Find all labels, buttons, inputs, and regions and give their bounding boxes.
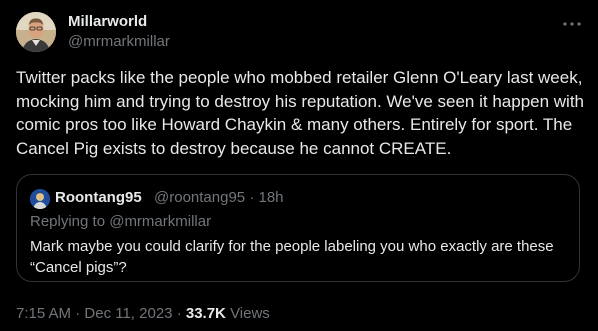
more-options-button[interactable] <box>560 12 584 32</box>
author-name[interactable]: Millarworld <box>68 13 147 31</box>
tweet-time[interactable]: 7:15 AM <box>16 305 71 322</box>
tweet-date[interactable]: Dec 11, 2023 <box>84 305 172 322</box>
separator-dot: · <box>75 305 81 322</box>
quoted-author-name[interactable]: Roontang95 <box>55 189 142 207</box>
tweet: Millarworld @mrmarkmillar Twitter packs … <box>0 0 598 331</box>
author-handle[interactable]: @mrmarkmillar <box>68 33 170 51</box>
quoted-tweet-text: Mark maybe you could clarify for the peo… <box>30 238 554 276</box>
tweet-text: Twitter packs like the people who mobbed… <box>16 68 585 158</box>
more-horizontal-icon <box>563 13 581 31</box>
separator-dot: · <box>249 189 255 206</box>
quoted-tweet[interactable]: Roontang95 @roontang95 · 18h Replying to… <box>16 174 580 282</box>
views-count: 33.7K <box>185 305 226 322</box>
views-label: Views <box>230 305 270 322</box>
quoted-author-avatar[interactable] <box>30 189 50 209</box>
author-avatar[interactable] <box>16 12 56 52</box>
quoted-handle-line: @roontang95 · 18h <box>154 189 284 207</box>
replying-to: Replying to @mrmarkmillar <box>30 213 212 230</box>
tweet-metadata: 7:15 AM · Dec 11, 2023 · 33.7K Views <box>16 305 270 323</box>
separator-dot: · <box>176 305 182 322</box>
quoted-tweet-age[interactable]: 18h <box>258 189 283 206</box>
quoted-author-handle[interactable]: @roontang95 <box>154 189 245 206</box>
